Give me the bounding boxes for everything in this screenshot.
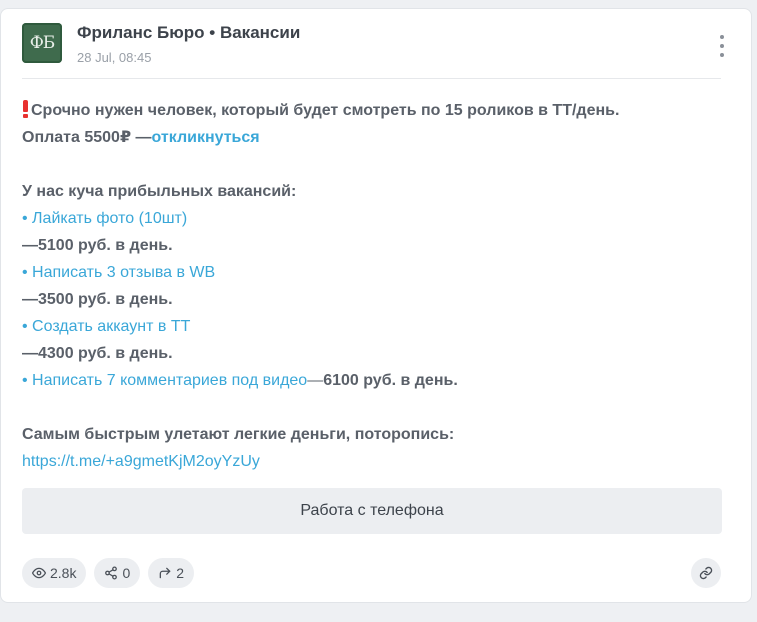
job-item: • Лайкать фото (10шт) (22, 205, 722, 232)
job-link[interactable]: Создать аккаунт в ТТ (32, 318, 190, 335)
exclamation-icon (22, 100, 28, 118)
job-bullet: • (22, 318, 33, 335)
invite-url-link[interactable]: https://t.me/+a9gmetKjM2oyYzUy (22, 453, 260, 470)
job-link[interactable]: Написать 7 комментариев под видео (32, 372, 307, 389)
copy-link-button[interactable] (691, 558, 721, 588)
post-content: Срочно нужен человек, который будет смот… (22, 97, 722, 475)
vacancies-intro: У нас куча прибыльных вакансий: (22, 183, 297, 200)
link-icon (699, 566, 713, 580)
job-dash: — (307, 372, 324, 389)
job-link[interactable]: Написать 3 отзыва в WB (32, 264, 215, 281)
job-bullet: • (22, 264, 33, 281)
job-pay: —3500 руб. в день. (22, 291, 173, 308)
job-bullet: • (22, 372, 33, 389)
job-item: • Написать 3 отзыва в WB (22, 259, 722, 286)
job-item: • Написать 7 комментариев под видео—6100… (22, 367, 722, 394)
shares-counter[interactable]: 0 (94, 558, 141, 588)
divider (22, 78, 721, 79)
forwards-count: 2 (176, 565, 185, 581)
post-outro: Самым быстрым улетают легкие деньги, пот… (22, 426, 455, 443)
job-item: • Создать аккаунт в ТТ (22, 313, 722, 340)
more-vertical-icon[interactable] (717, 35, 727, 57)
views-count: 2.8k (50, 565, 77, 581)
job-bullet: • (22, 210, 33, 227)
payment-line: Оплата 5500₽ —откликнуться (22, 124, 722, 151)
eye-icon (32, 566, 46, 580)
forward-icon (158, 566, 172, 580)
share-icon (104, 566, 118, 580)
post-headline: Срочно нужен человек, который будет смот… (22, 97, 722, 124)
channel-title[interactable]: Фриланс Бюро • Вакансии (77, 23, 300, 43)
forwards-counter[interactable]: 2 (148, 558, 195, 588)
work-from-phone-button[interactable]: Работа с телефона (22, 488, 722, 534)
respond-link[interactable]: откликнуться (152, 129, 260, 146)
post-stats: 2.8k 0 2 (22, 558, 195, 588)
job-pay: —4300 руб. в день. (22, 345, 173, 362)
channel-avatar[interactable]: ФБ (22, 23, 62, 63)
shares-count: 0 (122, 565, 131, 581)
job-pay: —5100 руб. в день. (22, 237, 173, 254)
views-counter[interactable]: 2.8k (22, 558, 87, 588)
job-pay: 6100 руб. в день. (323, 372, 458, 389)
job-link[interactable]: Лайкать фото (10шт) (32, 210, 187, 227)
post-card: ФБ Фриланс Бюро • Вакансии 28 Jul, 08:45… (0, 8, 752, 603)
post-date: 28 Jul, 08:45 (77, 50, 152, 65)
payment-text: Оплата 5500₽ — (22, 129, 152, 146)
